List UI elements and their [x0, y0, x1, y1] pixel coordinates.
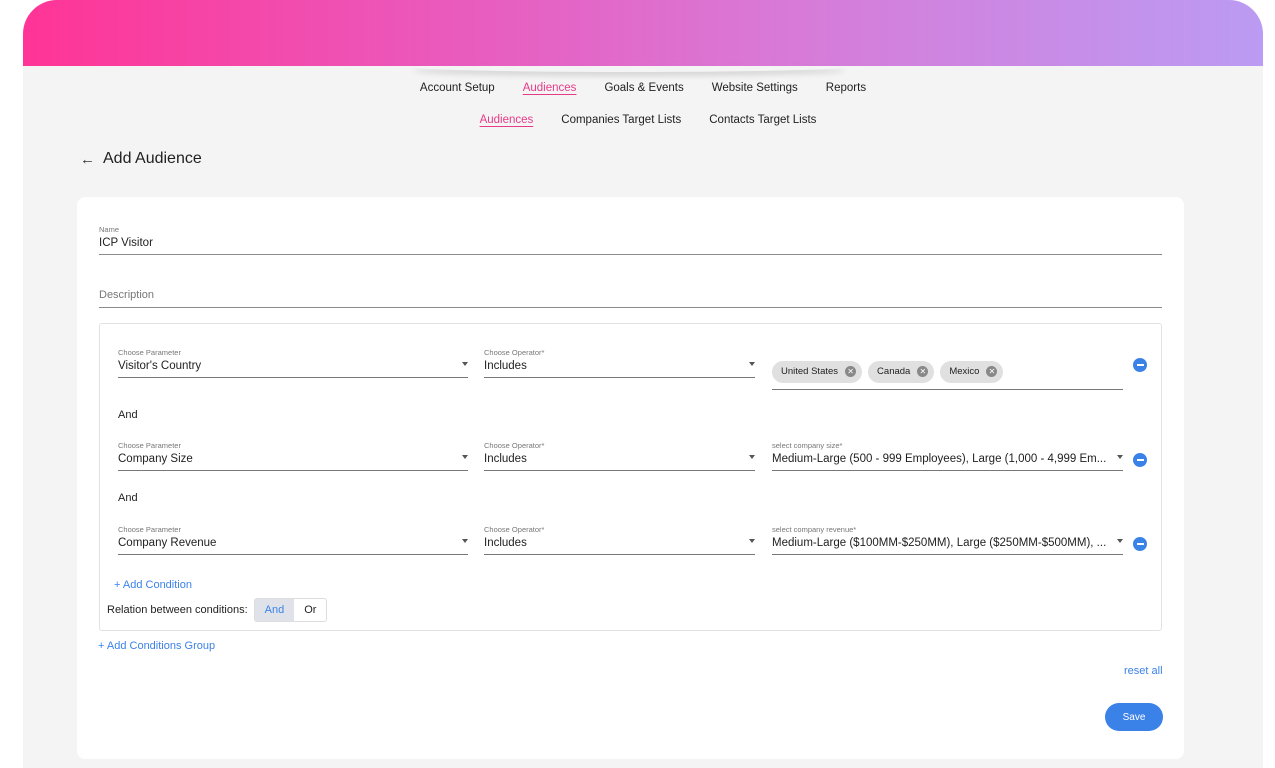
- chevron-down-icon: [749, 539, 755, 543]
- subnav-item-companies-target-lists[interactable]: Companies Target Lists: [561, 114, 681, 126]
- condition-row-2: Choose Parameter Company Size Choose Ope…: [100, 441, 1163, 481]
- parameter-select-1[interactable]: Choose Parameter Visitor's Country: [118, 348, 468, 378]
- parameter-label: Choose Parameter: [118, 441, 181, 450]
- main-nav: Account Setup Audiences Goals & Events W…: [23, 82, 1263, 94]
- page-header: ← Add Audience: [80, 150, 202, 168]
- operator-select-2[interactable]: Choose Operator* Includes: [484, 441, 755, 471]
- operator-label: Choose Operator*: [484, 348, 545, 357]
- arrow-left-icon[interactable]: ←: [80, 151, 95, 168]
- relation-and-button[interactable]: And: [254, 599, 295, 621]
- condition-joiner: And: [118, 492, 138, 504]
- company-revenue-label: select company revenue*: [772, 525, 857, 534]
- chevron-down-icon: [1117, 539, 1123, 543]
- chip-label: United States: [781, 366, 839, 377]
- nav-item-website-settings[interactable]: Website Settings: [712, 82, 798, 94]
- remove-condition-button[interactable]: [1133, 537, 1147, 551]
- parameter-value: Visitor's Country: [118, 360, 202, 372]
- operator-select-3[interactable]: Choose Operator* Includes: [484, 525, 755, 555]
- company-size-value: Medium-Large (500 - 999 Employees), Larg…: [772, 453, 1107, 465]
- close-icon[interactable]: ✕: [917, 366, 929, 377]
- operator-value: Includes: [484, 453, 527, 465]
- relation-toggle: And Or: [253, 598, 328, 622]
- nav-item-goals-events[interactable]: Goals & Events: [604, 82, 683, 94]
- audience-form-card: Name ICP Visitor Description Choose Para…: [77, 197, 1184, 759]
- nav-item-account-setup[interactable]: Account Setup: [420, 82, 495, 94]
- operator-label: Choose Operator*: [484, 441, 545, 450]
- company-size-label: select company size*: [772, 441, 843, 450]
- add-condition-link[interactable]: + Add Condition: [114, 579, 192, 591]
- parameter-value: Company Size: [118, 453, 193, 465]
- parameter-value: Company Revenue: [118, 537, 217, 549]
- name-field-value: ICP Visitor: [99, 237, 153, 249]
- description-placeholder: Description: [99, 289, 155, 301]
- parameter-label: Choose Parameter: [118, 525, 181, 534]
- relation-label: Relation between conditions:: [107, 604, 248, 616]
- parameter-select-2[interactable]: Choose Parameter Company Size: [118, 441, 468, 471]
- parameter-label: Choose Parameter: [118, 348, 181, 357]
- chip-label: Mexico: [949, 366, 980, 377]
- relation-or-button[interactable]: Or: [294, 599, 326, 621]
- header-gradient-banner: [23, 0, 1263, 66]
- close-icon[interactable]: ✕: [986, 366, 998, 377]
- save-button[interactable]: Save: [1105, 703, 1163, 731]
- remove-condition-button[interactable]: [1133, 453, 1147, 467]
- screenshot-frame: Account Setup Audiences Goals & Events W…: [0, 0, 1275, 768]
- description-field[interactable]: Description: [99, 289, 1162, 308]
- chevron-down-icon: [749, 455, 755, 459]
- chevron-down-icon: [462, 362, 468, 366]
- chevron-down-icon: [462, 455, 468, 459]
- close-icon[interactable]: ✕: [845, 366, 857, 377]
- operator-value: Includes: [484, 537, 527, 549]
- nav-item-audiences[interactable]: Audiences: [523, 82, 577, 94]
- name-field[interactable]: Name ICP Visitor: [99, 225, 1162, 255]
- chip-united-states: United States ✕: [772, 360, 863, 383]
- company-revenue-value: Medium-Large ($100MM-$250MM), Large ($25…: [772, 537, 1107, 549]
- country-chips-input[interactable]: United States ✕ Canada ✕ Mexico ✕: [772, 348, 1123, 390]
- chip-label: Canada: [877, 366, 911, 377]
- nav-shadow: [413, 62, 845, 72]
- sub-nav: Audiences Companies Target Lists Contact…: [23, 114, 1263, 126]
- company-size-select[interactable]: select company size* Medium-Large (500 -…: [772, 441, 1123, 471]
- condition-row-3: Choose Parameter Company Revenue Choose …: [100, 525, 1163, 565]
- chevron-down-icon: [1117, 455, 1123, 459]
- nav-item-reports[interactable]: Reports: [826, 82, 866, 94]
- add-conditions-group-link[interactable]: + Add Conditions Group: [98, 640, 215, 652]
- chip-canada: Canada ✕: [868, 360, 935, 383]
- chevron-down-icon: [749, 362, 755, 366]
- relation-between-conditions: Relation between conditions: And Or: [107, 598, 328, 622]
- chevron-down-icon: [462, 539, 468, 543]
- operator-select-1[interactable]: Choose Operator* Includes: [484, 348, 755, 378]
- operator-value: Includes: [484, 360, 527, 372]
- chip-mexico: Mexico ✕: [940, 360, 1004, 383]
- operator-label: Choose Operator*: [484, 525, 545, 534]
- page-title: Add Audience: [103, 150, 202, 167]
- subnav-item-audiences[interactable]: Audiences: [480, 114, 534, 126]
- conditions-group: Choose Parameter Visitor's Country Choos…: [99, 323, 1162, 631]
- name-field-label: Name: [99, 225, 120, 234]
- reset-all-link[interactable]: reset all: [1124, 665, 1163, 677]
- app-window: Account Setup Audiences Goals & Events W…: [23, 0, 1263, 768]
- condition-row-1: Choose Parameter Visitor's Country Choos…: [100, 348, 1163, 390]
- company-revenue-select[interactable]: select company revenue* Medium-Large ($1…: [772, 525, 1123, 555]
- parameter-select-3[interactable]: Choose Parameter Company Revenue: [118, 525, 468, 555]
- condition-joiner: And: [118, 409, 138, 421]
- subnav-item-contacts-target-lists[interactable]: Contacts Target Lists: [709, 114, 816, 126]
- remove-condition-button[interactable]: [1133, 358, 1147, 372]
